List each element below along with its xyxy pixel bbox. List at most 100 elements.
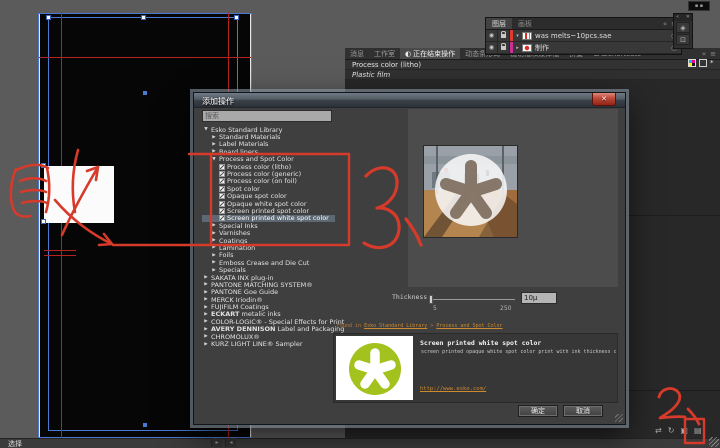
dock-tab[interactable]: ◐正在结束操作 <box>400 48 460 59</box>
expand-arrow-icon[interactable]: ▶ <box>211 231 217 236</box>
dock-tab[interactable]: 工作室 <box>369 48 400 59</box>
thickness-max-label: 250 <box>500 305 511 312</box>
crease-tick-2 <box>44 255 76 256</box>
expand-arrow-icon[interactable]: ▶ <box>203 334 209 339</box>
panel-divider <box>625 215 720 216</box>
dock-tab-label: 消息 <box>350 49 364 59</box>
ink-swatch-icon <box>219 171 225 177</box>
collapse-panel-icon[interactable]: « <box>676 14 679 21</box>
breadcrumb: Found in Esko Standard Library > Process… <box>337 323 503 329</box>
selection-handle[interactable] <box>234 15 239 20</box>
expand-arrow-icon[interactable]: ▶ <box>211 268 217 273</box>
new-operation-icon[interactable]: ▣ <box>680 426 688 435</box>
scroll-right-button[interactable]: ◂ <box>225 438 236 447</box>
collapse-panel-icon[interactable]: « <box>702 50 706 58</box>
tree-item[interactable]: Process color (on foil) <box>202 178 335 185</box>
expand-arrow-icon[interactable]: ▶ <box>211 238 217 243</box>
scroll-left-button[interactable]: ▸ <box>211 438 222 447</box>
layers-panel-tab[interactable]: 画板 <box>512 18 538 29</box>
refresh-icon[interactable]: ↻ <box>668 426 675 435</box>
layers-panel: 图层画板 « ≡ ◉▾was melts~10pcs.sae○◉▸制作○ <box>485 17 682 55</box>
dialog-close-button[interactable]: ✕ <box>592 93 616 106</box>
transfer-icon[interactable]: ⇄ <box>655 426 662 435</box>
ink-swatch-icon <box>219 208 225 214</box>
thickness-slider-track[interactable] <box>431 299 515 300</box>
tree-item[interactable]: ▶KURZ LIGHT LINE® Sampler <box>202 340 335 347</box>
ink-swatch-icon <box>219 186 225 192</box>
search-input[interactable] <box>202 110 332 122</box>
expand-arrow-icon[interactable]: ▶ <box>203 342 209 347</box>
layer-name[interactable]: 制作 <box>535 43 667 53</box>
ink-swatch-icon <box>219 215 225 221</box>
expand-arrow-icon[interactable]: ▶ <box>203 305 209 310</box>
cmyk-swatch-icon[interactable] <box>688 59 696 67</box>
thickness-min-label: 5 <box>433 305 437 312</box>
thickness-value-field[interactable] <box>521 292 557 304</box>
dock-tab[interactable]: 消息 <box>345 48 369 59</box>
close-icon[interactable]: ✕ <box>686 14 690 21</box>
lock-icon[interactable] <box>498 42 510 53</box>
lock-icon[interactable] <box>498 30 510 41</box>
ink-swatch-icon <box>219 178 225 184</box>
layer-name[interactable]: was melts~10pcs.sae <box>535 32 667 40</box>
expand-arrow-icon[interactable]: ▶ <box>203 312 209 317</box>
dialog-resize-grip[interactable] <box>615 414 623 422</box>
expand-arrow-icon[interactable]: ▸ <box>513 45 522 51</box>
expand-arrow-icon[interactable]: ▶ <box>203 319 209 324</box>
pathfinder-tool-button[interactable]: ⊡ <box>676 34 690 45</box>
delete-icon[interactable]: ▤ <box>694 426 702 435</box>
white-ink-band-object[interactable] <box>44 166 114 223</box>
expand-arrow-icon[interactable]: ▶ <box>211 223 217 228</box>
ok-button[interactable]: 确定 <box>518 405 558 417</box>
expand-arrow-icon[interactable]: ▶ <box>203 282 209 287</box>
expand-arrow-icon[interactable]: ▶ <box>203 327 209 332</box>
esko-website-link[interactable]: http://www.esko.com/ <box>420 386 486 392</box>
lock-icon <box>501 46 506 50</box>
star-icon: * <box>710 59 714 67</box>
expand-arrow-icon[interactable]: ▶ <box>203 290 209 295</box>
expand-arrow-icon[interactable]: ▶ <box>211 149 217 154</box>
collapse-arrow-icon[interactable]: ▼ <box>211 157 217 162</box>
collapse-arrow-icon[interactable]: ▼ <box>203 127 209 132</box>
selection-handle[interactable] <box>141 15 146 20</box>
expand-arrow-icon[interactable]: ▶ <box>203 297 209 302</box>
visibility-eye-icon[interactable]: ◉ <box>486 42 498 53</box>
operation-row[interactable]: Plastic film <box>345 70 720 80</box>
operation-row[interactable]: Process color (litho) <box>345 60 720 70</box>
layer-row[interactable]: ◉▾was melts~10pcs.sae○ <box>486 30 681 42</box>
expand-arrow-icon[interactable]: ▶ <box>211 245 217 250</box>
expand-arrow-icon[interactable]: ▶ <box>211 135 217 140</box>
progress-icon: ◐ <box>405 50 411 58</box>
layer-thumbnail <box>522 32 532 40</box>
dialog-title-bar[interactable] <box>194 93 625 108</box>
expand-arrow-icon[interactable]: ▶ <box>211 260 217 265</box>
panel-menu-icon[interactable]: ≡ <box>710 50 716 58</box>
ink-swatch-icon <box>219 201 225 207</box>
layer-row[interactable]: ◉▸制作○ <box>486 42 681 54</box>
breadcrumb-category-link[interactable]: Process and Spot Color <box>436 323 502 329</box>
expand-arrow-icon[interactable]: ▶ <box>203 275 209 280</box>
collapse-arrow-icon[interactable]: ▾ <box>513 33 522 39</box>
thickness-label: Thickness <box>392 293 427 301</box>
visibility-eye-icon[interactable]: ◉ <box>486 30 498 41</box>
selection-center-point <box>143 91 147 95</box>
selection-info-box: Screen printed white spot color screen p… <box>333 333 618 403</box>
collapsed-panel-icons[interactable]: ▪ ▪ <box>688 1 710 11</box>
selection-handle[interactable] <box>41 163 46 168</box>
stack-tool-button[interactable]: ◈ <box>676 22 690 33</box>
selection-handle[interactable] <box>41 219 46 224</box>
collapse-panel-icon[interactable]: « <box>663 20 667 28</box>
expand-arrow-icon[interactable]: ▶ <box>211 253 217 258</box>
expand-arrow-icon[interactable]: ▶ <box>211 142 217 147</box>
tree-item-label: KURZ LIGHT LINE® Sampler <box>211 340 303 348</box>
info-description: screen printed opaque white spot color p… <box>421 349 616 355</box>
layers-panel-tab[interactable]: 图层 <box>486 18 512 29</box>
selection-handle[interactable] <box>46 15 51 20</box>
stack-icon: ◈ <box>680 24 685 32</box>
breadcrumb-library-link[interactable]: Esko Standard Library <box>364 323 427 329</box>
empty-swatch-icon[interactable] <box>699 59 707 67</box>
pathfinder-icon: ⊡ <box>680 36 686 44</box>
thickness-slider-handle[interactable] <box>429 295 433 304</box>
window-resize-grip[interactable] <box>709 437 719 447</box>
cancel-button[interactable]: 取消 <box>563 405 603 417</box>
